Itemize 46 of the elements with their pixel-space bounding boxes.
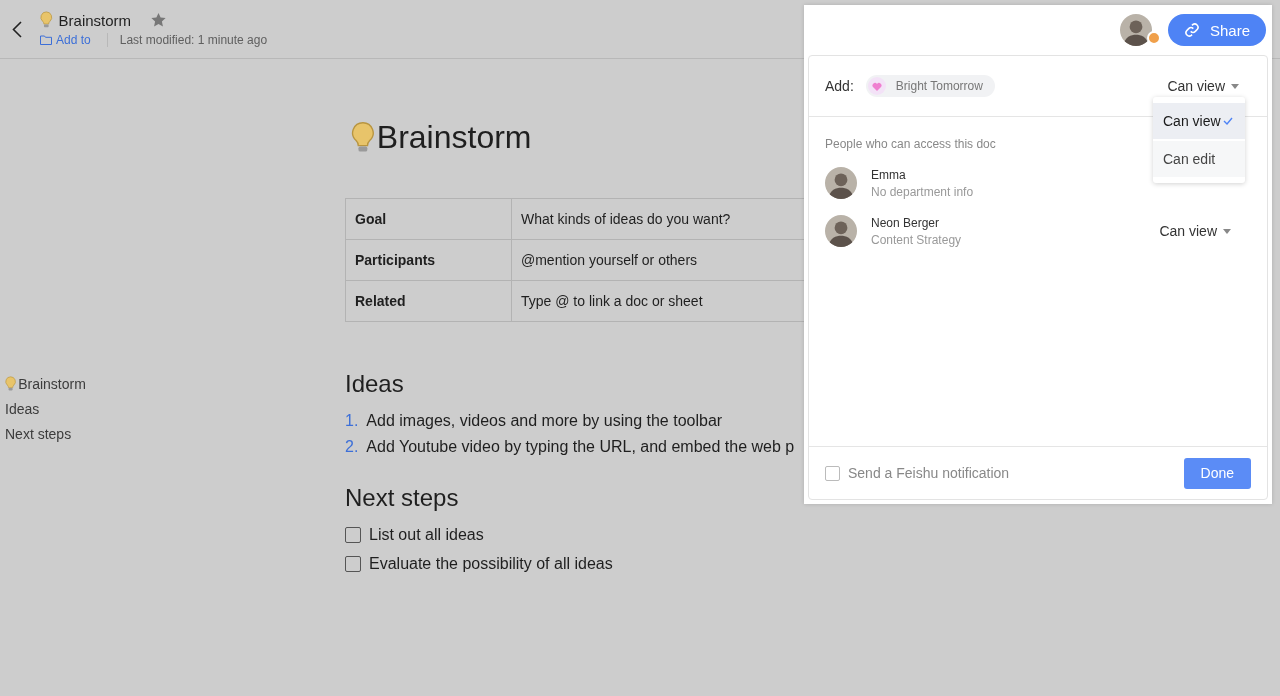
task-checkbox[interactable] (345, 527, 361, 543)
share-button[interactable]: Share (1167, 14, 1266, 46)
check-icon (1222, 117, 1233, 125)
add-label: Add: (825, 78, 854, 94)
list-item: Add images, videos and more by using the toolbar (366, 412, 723, 430)
section-heading: Next steps (345, 484, 460, 512)
table-cell: Related (345, 280, 512, 322)
link-icon (1183, 22, 1200, 38)
star-icon[interactable] (151, 13, 167, 27)
task-checkbox[interactable] (345, 556, 361, 572)
list-item: Add Youtube video by typing the URL, and embed the web p (366, 438, 795, 456)
table-cell: Participants (345, 239, 512, 281)
caret-icon (1231, 83, 1239, 89)
lightbulb-icon (351, 120, 375, 155)
section-heading: Ideas (345, 370, 405, 398)
menu-item[interactable]: Can view (1153, 103, 1245, 139)
table-cell: Goal (345, 198, 512, 240)
last-modified: Last modified: 1 minute ago (106, 33, 268, 47)
member-chip[interactable]: Bright Tomorrow (865, 75, 995, 97)
outline-item[interactable]: Brainstorm (5, 376, 345, 392)
outline-item[interactable]: Next steps (5, 426, 345, 442)
notify-label: Send a Feishu notification (848, 465, 1011, 481)
notify-checkbox[interactable] (825, 465, 840, 481)
lightbulb-icon (40, 11, 53, 29)
list-number: 1. (345, 412, 359, 430)
person-department: No department info (871, 184, 975, 199)
person-name: Emma (871, 167, 907, 182)
list-number: 2. (345, 438, 359, 456)
permission-dropdown[interactable]: Can view (1159, 223, 1231, 239)
back-icon[interactable] (12, 20, 22, 38)
document-heading: Brainstorm (376, 119, 532, 156)
menu-item[interactable]: Can edit (1153, 141, 1245, 177)
heart-icon (871, 81, 882, 91)
user-avatar (1119, 14, 1152, 46)
person-avatar (825, 215, 857, 247)
lightbulb-icon (5, 376, 17, 392)
person-avatar (825, 167, 857, 199)
task-text: List out all ideas (369, 526, 484, 544)
outline-item[interactable]: Ideas (5, 401, 345, 417)
person-name: Neon Berger (871, 215, 941, 230)
caret-icon (1223, 228, 1231, 234)
permission-dropdown[interactable]: Can view (1167, 78, 1239, 94)
folder-icon (40, 35, 52, 45)
task-text: Evaluate the possibility of all ideas (369, 555, 613, 573)
section-label: People who can access this doc (825, 137, 997, 151)
doc-title: Brainstorm (58, 11, 132, 29)
